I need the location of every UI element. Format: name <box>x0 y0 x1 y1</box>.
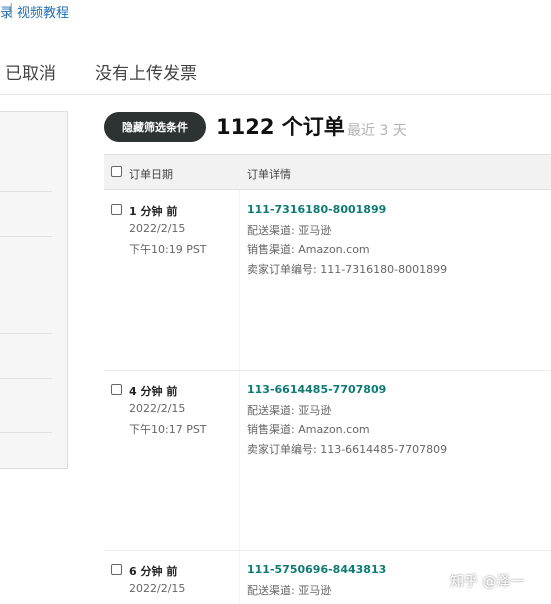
order-id-link[interactable]: 113-6614485-7707809 <box>247 383 386 396</box>
hide-filters-button[interactable]: 隐藏筛选条件 <box>104 112 206 142</box>
tab-no-invoice[interactable]: 没有上传发票 <box>95 59 197 84</box>
table-row: 4 分钟 前 2022/2/15 下午10:17 PST 113-6614485… <box>104 370 551 550</box>
order-time-ago: 6 分钟 前 <box>129 565 178 578</box>
table-row: 1 分钟 前 2022/2/15 下午10:19 PST 111-7316180… <box>104 190 551 370</box>
order-date: 2022/2/15 <box>129 582 186 595</box>
zhihu-watermark: 知乎 @泽一 <box>450 574 525 590</box>
date-range: 最近 3 天 <box>347 123 407 139</box>
order-id-link[interactable]: 111-5750696-8443813 <box>247 563 386 576</box>
filter-divider <box>0 432 52 433</box>
filter-divider <box>0 378 52 379</box>
row-checkbox[interactable] <box>111 564 122 575</box>
tabs-divider <box>0 94 551 95</box>
filter-divider <box>0 333 52 334</box>
sales-channel: 销售渠道: Amazon.com <box>247 243 370 256</box>
order-date: 2022/2/15 <box>129 402 186 415</box>
tab-cancelled[interactable]: 已取消 <box>5 59 56 84</box>
order-id-link[interactable]: 111-7316180-8001899 <box>247 203 386 216</box>
filter-divider <box>0 191 52 192</box>
order-date: 2022/2/15 <box>129 222 186 235</box>
select-all-checkbox[interactable] <box>111 166 122 177</box>
seller-order-id: 卖家订单编号: 111-7316180-8001899 <box>247 263 448 276</box>
row-checkbox[interactable] <box>111 384 122 395</box>
order-time-ago: 1 分钟 前 <box>129 205 178 218</box>
filter-panel <box>0 111 68 469</box>
order-time-ago: 4 分钟 前 <box>129 385 178 398</box>
order-time: 下午10:17 PST <box>129 423 207 436</box>
order-count: 1122 个订单 <box>216 115 345 139</box>
order-time: 下午10:19 PST <box>129 243 207 256</box>
video-tutorial-link[interactable]: 视频教程 <box>17 2 69 21</box>
top-link-separator: | <box>9 2 14 17</box>
seller-order-id: 卖家订单编号: 113-6614485-7707809 <box>247 443 448 456</box>
fulfillment-channel: 配送渠道: 亚马逊 <box>247 224 332 237</box>
column-header-order-details: 订单详情 <box>247 168 291 181</box>
fulfillment-channel: 配送渠道: 亚马逊 <box>247 584 332 597</box>
row-checkbox[interactable] <box>111 204 122 215</box>
fulfillment-channel: 配送渠道: 亚马逊 <box>247 404 332 417</box>
filter-divider <box>0 236 52 237</box>
sales-channel: 销售渠道: Amazon.com <box>247 423 370 436</box>
column-header-order-date[interactable]: 订单日期 <box>129 166 173 182</box>
